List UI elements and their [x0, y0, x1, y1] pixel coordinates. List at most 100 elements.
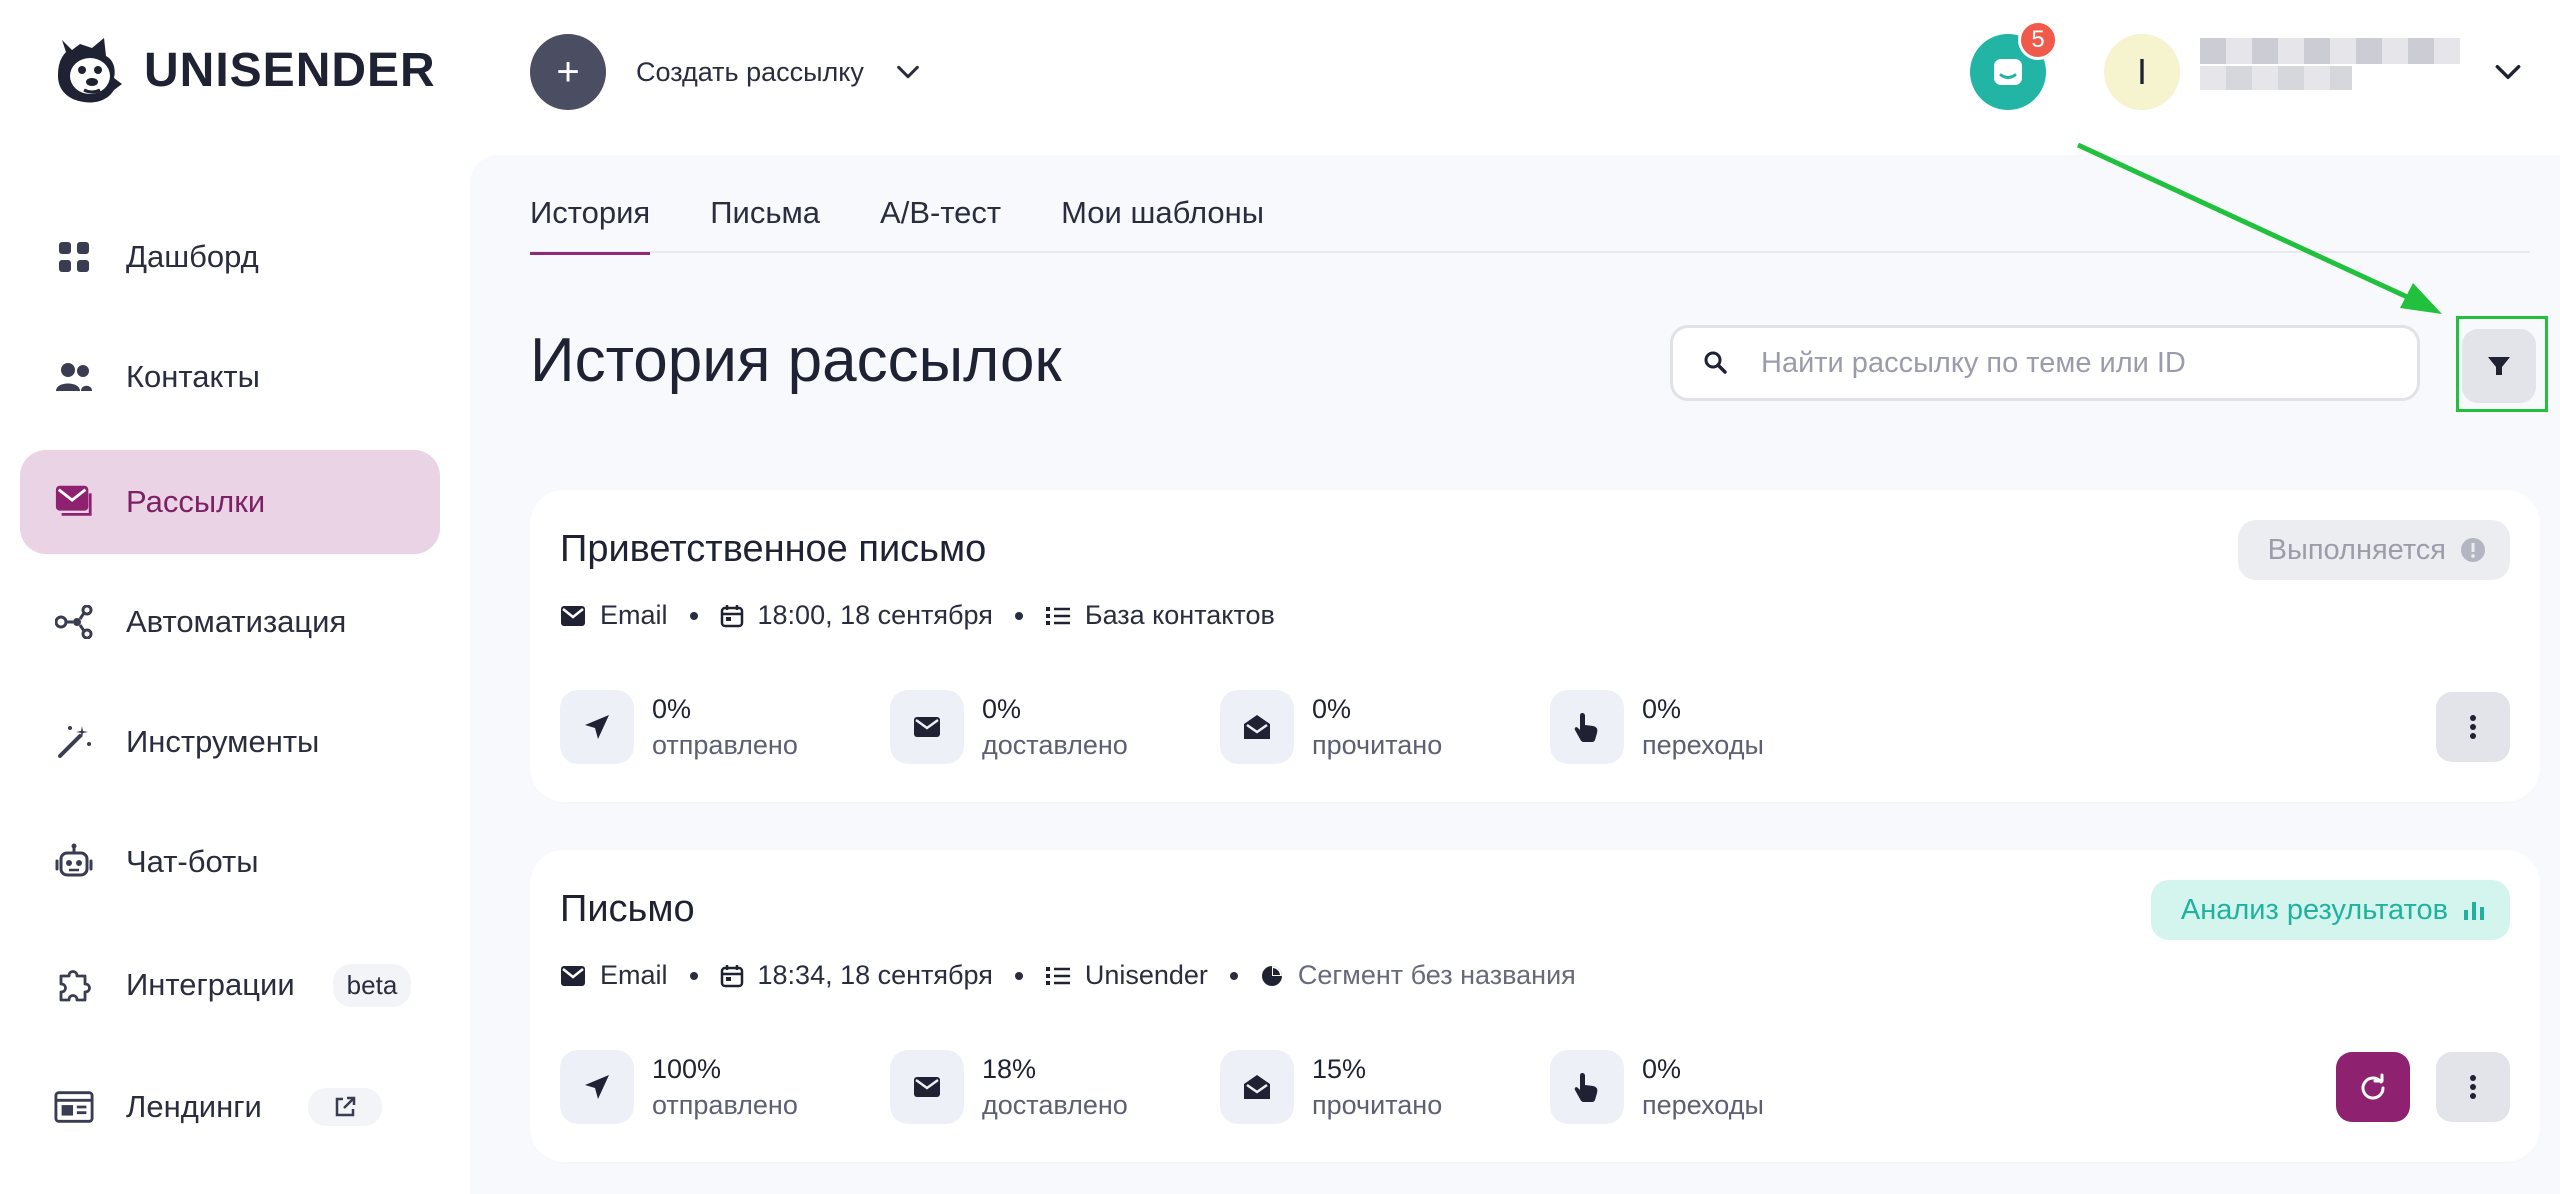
- kebab-menu-icon: [2470, 1075, 2476, 1099]
- pointer-hand-icon: [1550, 1050, 1624, 1124]
- stat-sent: 100% отправлено: [560, 1050, 890, 1124]
- sidebar-item-campaigns[interactable]: Рассылки: [20, 450, 440, 554]
- stat-clicks: 0% переходы: [1550, 690, 1880, 764]
- sidebar-item-automation[interactable]: Автоматизация: [20, 570, 440, 674]
- sidebar-item-contacts[interactable]: Контакты: [20, 325, 440, 429]
- envelope-icon: [890, 1050, 964, 1124]
- stat-read: 15% прочитано: [1220, 1050, 1550, 1124]
- tab-letters[interactable]: Письма: [710, 195, 820, 253]
- sidebar-item-label: Чат-боты: [126, 844, 259, 879]
- create-campaign-button[interactable]: + Создать рассылку: [530, 34, 922, 110]
- dog-logo-icon: [58, 38, 122, 103]
- stat-read: 0% прочитано: [1220, 690, 1550, 764]
- automation-icon: [54, 602, 94, 642]
- send-icon: [560, 690, 634, 764]
- more-options-button[interactable]: [2436, 1052, 2510, 1122]
- user-menu-chevron-icon[interactable]: [2492, 56, 2524, 88]
- list-icon: [1045, 606, 1070, 625]
- stat-value: 0%: [1312, 694, 1352, 724]
- campaign-title[interactable]: Приветственное письмо: [560, 528, 986, 571]
- chat-icon: [1994, 59, 2022, 85]
- campaign-card[interactable]: Письмо Анализ результатов Email 18:34, 1…: [530, 850, 2540, 1162]
- sidebar-item-label: Лендинги: [126, 1089, 262, 1124]
- stat-label: отправлено: [652, 1090, 798, 1120]
- tabs: История Письма A/B-тест Мои шаблоны: [530, 195, 2530, 255]
- robot-icon: [54, 842, 94, 882]
- filter-button[interactable]: [2462, 329, 2536, 403]
- stat-value: 18%: [982, 1054, 1037, 1084]
- campaign-list: База контактов: [1084, 600, 1275, 630]
- open-envelope-icon: [1220, 690, 1294, 764]
- tab-history[interactable]: История: [530, 195, 651, 255]
- main-content: История Письма A/B-тест Мои шаблоны Исто…: [470, 155, 2560, 1194]
- kebab-menu-icon: [2470, 715, 2476, 739]
- status-label: Выполняется: [2267, 533, 2446, 566]
- search-icon: [1704, 351, 1727, 374]
- mail-icon: [54, 482, 94, 522]
- search-input[interactable]: [1761, 346, 2381, 380]
- stat-value: 0%: [1642, 1054, 1682, 1084]
- sidebar-item-label: Интеграции: [126, 967, 295, 1002]
- status-label: Анализ результатов: [2180, 893, 2448, 926]
- stat-value: 0%: [652, 694, 692, 724]
- sidebar-item-tools[interactable]: Инструменты: [20, 690, 440, 794]
- campaign-datetime: 18:00, 18 сентября: [757, 600, 993, 630]
- stat-label: переходы: [1642, 1090, 1764, 1120]
- status-badge: Выполняется: [2237, 520, 2510, 580]
- stat-clicks: 0% переходы: [1550, 1050, 1880, 1124]
- landing-icon: [54, 1087, 94, 1127]
- user-email-redacted: [2200, 66, 2352, 90]
- tab-ab-test[interactable]: A/B-тест: [880, 195, 1001, 253]
- info-icon: [2461, 538, 2485, 562]
- stat-value: 0%: [982, 694, 1022, 724]
- external-link-icon[interactable]: [307, 1088, 382, 1126]
- calendar-icon: [720, 604, 743, 627]
- send-icon: [560, 1050, 634, 1124]
- chevron-down-icon: [897, 65, 919, 79]
- plus-icon: +: [530, 34, 606, 110]
- campaign-card[interactable]: Приветственное письмо Выполняется Email …: [530, 490, 2540, 802]
- logo[interactable]: UNISENDER: [48, 34, 436, 106]
- envelope-icon: [890, 690, 964, 764]
- app-root: UNISENDER + Создать рассылку 5 I Дашборд…: [0, 0, 2560, 1194]
- separator-dot: [1014, 611, 1023, 620]
- contacts-icon: [54, 357, 94, 397]
- campaign-segment: Сегмент без названия: [1297, 960, 1576, 990]
- sidebar-item-chatbots[interactable]: Чат-боты: [20, 810, 440, 914]
- stat-label: доставлено: [982, 730, 1128, 760]
- sidebar-item-landings[interactable]: Лендинги: [20, 1055, 440, 1159]
- campaign-title[interactable]: Письмо: [560, 888, 695, 931]
- campaign-meta: Email 18:00, 18 сентября База контактов: [560, 600, 1275, 631]
- sidebar: Дашборд Контакты Рассылки Автоматизация …: [0, 155, 470, 1194]
- separator-dot: [689, 971, 698, 980]
- stat-label: прочитано: [1312, 1090, 1443, 1120]
- campaign-list: Unisender: [1084, 960, 1208, 990]
- more-options-button[interactable]: [2436, 692, 2510, 762]
- create-campaign-label: Создать рассылку: [636, 56, 864, 87]
- bar-chart-icon: [2464, 902, 2484, 920]
- campaign-channel: Email: [600, 960, 668, 990]
- separator-dot: [1014, 971, 1023, 980]
- stat-label: доставлено: [982, 1090, 1128, 1120]
- sidebar-item-label: Контакты: [126, 359, 260, 394]
- sidebar-item-integrations[interactable]: Интеграции beta: [20, 933, 440, 1037]
- stat-value: 15%: [1312, 1054, 1367, 1084]
- search-box: [1670, 325, 2420, 401]
- pointer-hand-icon: [1550, 690, 1624, 764]
- tab-my-templates[interactable]: Мои шаблоны: [1061, 195, 1264, 253]
- beta-badge: beta: [332, 963, 412, 1007]
- sidebar-item-label: Рассылки: [126, 484, 266, 519]
- separator-dot: [1229, 971, 1238, 980]
- status-badge[interactable]: Анализ результатов: [2150, 880, 2510, 940]
- stat-delivered: 18% доставлено: [890, 1050, 1220, 1124]
- stat-label: отправлено: [652, 730, 798, 760]
- campaign-stats: 100% отправлено 18% доставлено 15% прочитан…: [560, 1050, 1880, 1124]
- resend-button[interactable]: [2336, 1052, 2410, 1122]
- sidebar-item-dashboard[interactable]: Дашборд: [20, 205, 440, 309]
- campaign-stats: 0% отправлено 0% доставлено 0% прочитано 0%…: [560, 690, 1880, 764]
- separator-dot: [689, 611, 698, 620]
- avatar[interactable]: I: [2104, 34, 2180, 110]
- dashboard-icon: [54, 237, 94, 277]
- user-name-redacted: [2200, 38, 2460, 64]
- stat-value: 0%: [1642, 694, 1682, 724]
